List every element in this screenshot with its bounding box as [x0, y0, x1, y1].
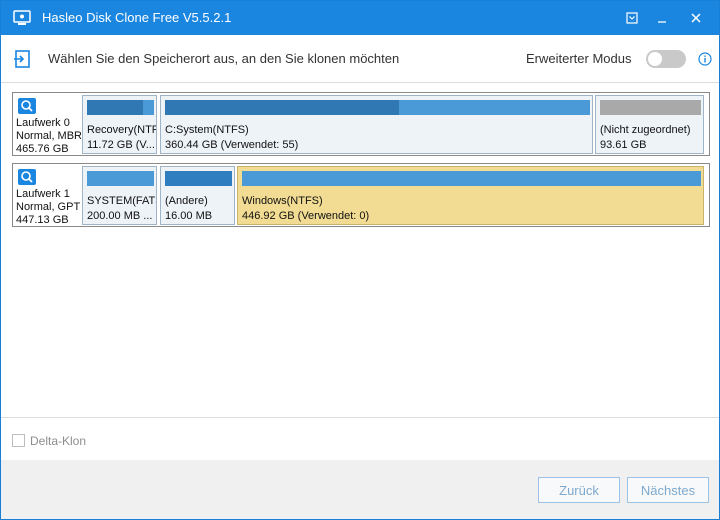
disk-name: Laufwerk 0: [16, 117, 70, 129]
close-icon: [691, 13, 701, 23]
title-bar: Hasleo Disk Clone Free V5.5.2.1: [1, 1, 719, 35]
step-instruction: Wählen Sie den Speicherort aus, an den S…: [48, 51, 400, 66]
app-logo-icon: [13, 10, 31, 26]
window-title: Hasleo Disk Clone Free V5.5.2.1: [42, 10, 232, 25]
partition-c-system[interactable]: C:System(NTFS) 360.44 GB (Verwendet: 55): [160, 95, 593, 154]
partition-size: 16.00 MB: [165, 210, 213, 222]
partition-usage-bar: [87, 100, 154, 115]
minimize-button[interactable]: [649, 6, 675, 30]
toggle-knob: [648, 52, 662, 66]
partition-size: 11.72 GB (V...: [87, 139, 155, 151]
disk-row-0: Laufwerk 0 Normal, MBR 465.76 GB Recover…: [12, 92, 710, 156]
info-icon[interactable]: [698, 52, 712, 66]
partition-windows[interactable]: Windows(NTFS) 446.92 GB (Verwendet: 0): [237, 166, 704, 225]
partition-size: 200.00 MB ...: [87, 210, 153, 222]
partition-size: 446.92 GB (Verwendet: 0): [242, 210, 370, 222]
disk-type: Normal, MBR: [16, 130, 81, 142]
disk-info: Laufwerk 0 Normal, MBR 465.76 GB: [14, 94, 81, 154]
partition-name: SYSTEM(FAT32): [87, 195, 156, 207]
minimize-icon: [658, 21, 666, 23]
partition-unallocated[interactable]: (Nicht zugeordnet) 93.61 GB: [595, 95, 704, 154]
options-bar: Delta-Klon: [1, 417, 719, 460]
partition-name: (Nicht zugeordnet): [600, 124, 691, 136]
destination-step-icon: [13, 49, 33, 69]
partition-usage-bar: [165, 100, 590, 115]
partition-name: C:System(NTFS): [165, 124, 249, 136]
menu-button[interactable]: [619, 6, 645, 30]
partition-usage-bar: [165, 171, 232, 186]
partition-name: (Andere): [165, 195, 208, 207]
partition-size: 360.44 GB (Verwendet: 55): [165, 139, 299, 151]
partition-size: 93.61 GB: [600, 139, 647, 151]
back-button[interactable]: Zurück: [538, 477, 620, 503]
disk-icon: [17, 97, 37, 115]
disk-size: 447.13 GB: [16, 214, 69, 225]
disk-type: Normal, GPT: [16, 201, 81, 213]
disk-info: Laufwerk 1 Normal, GPT 447.13 GB: [14, 165, 81, 225]
disk-size: 465.76 GB: [16, 143, 69, 154]
disk-name: Laufwerk 1: [16, 188, 70, 200]
partition-usage-bar: [87, 171, 154, 186]
app-window: Hasleo Disk Clone Free V5.5.2.1 Wählen S…: [0, 0, 720, 520]
delta-clone-checkbox[interactable]: [12, 434, 25, 447]
next-button[interactable]: Nächstes: [627, 477, 709, 503]
partition-usage-bar: [600, 100, 701, 115]
partition-other[interactable]: (Andere) 16.00 MB: [160, 166, 235, 225]
partition-system[interactable]: SYSTEM(FAT32) 200.00 MB ...: [82, 166, 157, 225]
disk-row-1: Laufwerk 1 Normal, GPT 447.13 GB SYSTEM(…: [12, 163, 710, 227]
partition-usage-bar: [242, 171, 701, 186]
disk-icon: [17, 168, 37, 186]
advanced-mode-toggle[interactable]: [646, 50, 686, 68]
partition-recovery[interactable]: Recovery(NTFS) 11.72 GB (V...: [82, 95, 157, 154]
advanced-mode-label: Erweiterter Modus: [526, 51, 632, 66]
footer: Zurück Nächstes: [1, 460, 719, 519]
partition-name: Windows(NTFS): [242, 195, 323, 207]
step-header: Wählen Sie den Speicherort aus, an den S…: [1, 35, 719, 83]
partition-name: Recovery(NTFS): [87, 124, 156, 136]
menu-icon: [626, 12, 638, 24]
delta-clone-label: Delta-Klon: [30, 434, 87, 448]
close-button[interactable]: [683, 6, 709, 30]
